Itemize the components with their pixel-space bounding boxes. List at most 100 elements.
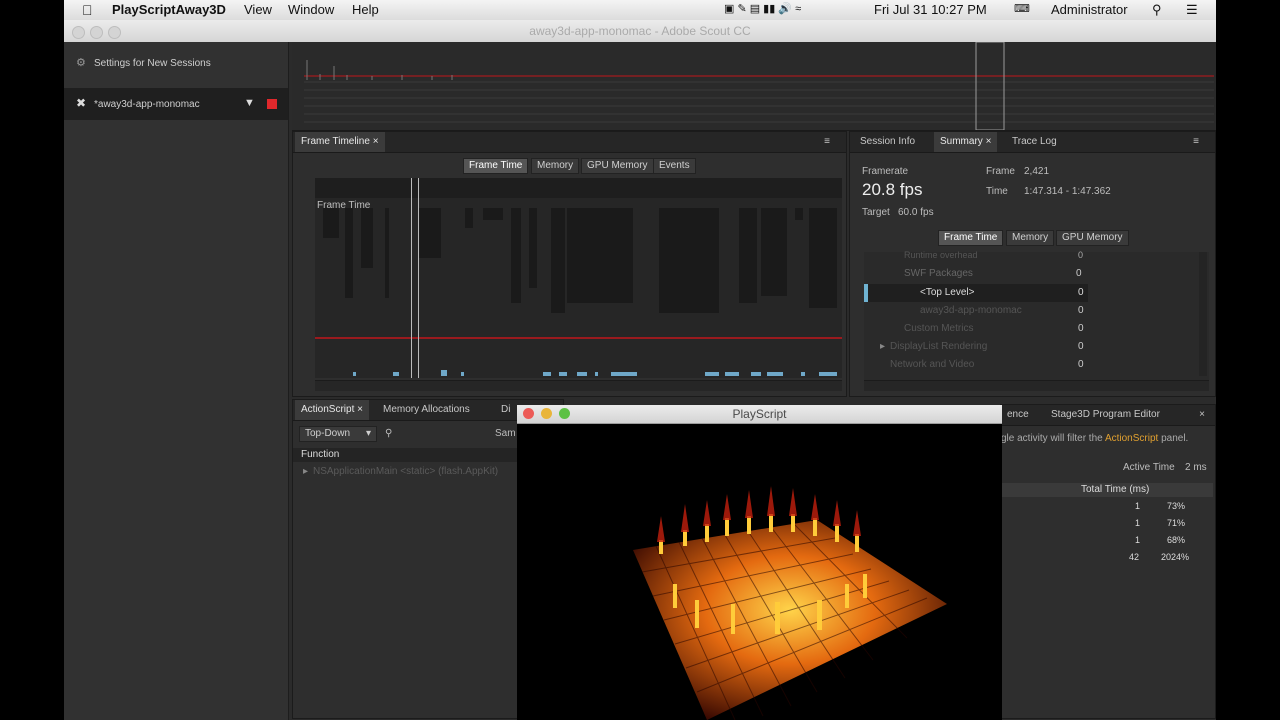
session-overview-timeline[interactable] bbox=[292, 41, 1216, 131]
tab-activity-sequence[interactable]: ence bbox=[1001, 405, 1035, 425]
tree-row-value: 0 bbox=[1078, 359, 1084, 370]
tree-row-value: 0 bbox=[1078, 287, 1084, 298]
tab-memory-allocations[interactable]: Memory Allocations bbox=[377, 400, 476, 420]
tree-row[interactable]: SWF Packages 0 bbox=[864, 266, 1088, 284]
tree-row-value: 0 bbox=[1076, 268, 1082, 279]
session-label: *away3d-app-monomac bbox=[94, 99, 200, 110]
dropdown-value: Top-Down bbox=[305, 428, 351, 439]
playscript-title-bar[interactable]: PlayScript bbox=[517, 405, 1002, 424]
window-title-bar: away3d-app-monomac - Adobe Scout CC bbox=[64, 20, 1216, 43]
tree-row[interactable]: Runtime overhead 0 bbox=[864, 250, 1088, 260]
panel-menu-icon[interactable]: ≡ bbox=[818, 132, 836, 152]
total-time-pct: 71% bbox=[1167, 518, 1186, 528]
table-row[interactable]: 42 2024% bbox=[1001, 552, 1213, 568]
close-session-icon[interactable]: ✖ bbox=[76, 96, 86, 110]
view-mode-dropdown[interactable]: Top-Down ▾ bbox=[299, 426, 377, 442]
filter-icon[interactable]: ▼ bbox=[244, 97, 255, 109]
table-row[interactable]: 1 71% bbox=[1001, 518, 1213, 534]
game-viewport[interactable] bbox=[517, 424, 1002, 720]
tab-display[interactable]: Di bbox=[495, 400, 516, 420]
summary-frame-time-button[interactable]: Frame Time bbox=[938, 230, 1004, 246]
gpu-memory-button[interactable]: GPU Memory bbox=[581, 158, 654, 174]
menu-help[interactable]: Help bbox=[352, 2, 379, 17]
tab-summary[interactable]: Summary × bbox=[934, 132, 998, 152]
column-header-label: Function bbox=[301, 449, 340, 460]
events-button[interactable]: Events bbox=[653, 158, 696, 174]
memory-button[interactable]: Memory bbox=[531, 158, 580, 174]
tree-row[interactable]: Custom Metrics 0 bbox=[864, 320, 1088, 338]
active-time-value: 2 ms bbox=[1185, 462, 1207, 473]
timeline-horizontal-scrollbar[interactable] bbox=[315, 380, 842, 391]
tree-row-label: away3d-app-monomac bbox=[920, 305, 1022, 316]
column-header-label: Total Time (ms) bbox=[1081, 484, 1150, 495]
close-tab-icon[interactable]: × bbox=[986, 136, 992, 147]
settings-label: Settings for New Sessions bbox=[94, 58, 211, 69]
tab-actionscript[interactable]: ActionScript × bbox=[295, 400, 369, 420]
stop-recording-icon[interactable] bbox=[267, 99, 277, 109]
playscript-window[interactable]: PlayScript bbox=[517, 405, 1002, 720]
close-tab-icon[interactable]: × bbox=[357, 404, 363, 415]
app-menu[interactable]: PlayScriptAway3D bbox=[112, 2, 226, 17]
expand-arrow-icon[interactable]: ▸ bbox=[303, 466, 308, 477]
sample-label: Sam bbox=[495, 428, 516, 439]
spotlight-search-icon[interactable]: ⚲ bbox=[1152, 2, 1162, 18]
frame-timeline-tabbar: Frame Timeline × ≡ bbox=[293, 132, 846, 153]
activity-tabbar: ence Stage3D Program Editor × bbox=[1001, 405, 1215, 426]
selection-marker bbox=[864, 284, 868, 302]
status-icons[interactable]: ▣ ✎ ▤ ▮▮ 🔊 ≈ bbox=[724, 2, 801, 15]
tree-row[interactable]: Network and Video 0 bbox=[864, 356, 1088, 374]
user-menu[interactable]: Administrator bbox=[1051, 2, 1128, 17]
chessboard bbox=[633, 520, 947, 720]
tab-summary-label: Summary bbox=[940, 136, 983, 147]
summary-gpu-memory-button[interactable]: GPU Memory bbox=[1056, 230, 1129, 246]
frame-time-graph[interactable]: Frame Time bbox=[315, 178, 842, 378]
settings-for-new-sessions[interactable]: ⚙ Settings for New Sessions bbox=[64, 48, 288, 78]
tab-frame-timeline[interactable]: Frame Timeline × bbox=[295, 132, 385, 152]
chevron-down-icon: ▾ bbox=[365, 428, 371, 439]
target-label: Target bbox=[862, 207, 890, 218]
expand-arrow-icon[interactable]: ▸ bbox=[880, 341, 885, 352]
menu-window[interactable]: Window bbox=[288, 2, 334, 17]
tab-frame-timeline-label: Frame Timeline bbox=[301, 136, 370, 147]
hint-link[interactable]: ActionScript bbox=[1105, 433, 1158, 444]
tab-actionscript-label: ActionScript bbox=[301, 404, 355, 415]
tree-vertical-scrollbar[interactable] bbox=[1199, 252, 1207, 376]
apple-menu-icon[interactable]:  bbox=[82, 2, 93, 18]
summary-horizontal-scrollbar[interactable] bbox=[864, 380, 1209, 391]
tree-row-label: Runtime overhead bbox=[904, 250, 978, 260]
frame-value: 2,421 bbox=[1024, 166, 1050, 177]
session-sidebar: ⚙ Settings for New Sessions ✖ *away3d-ap… bbox=[64, 42, 289, 720]
search-icon[interactable]: ⚲ bbox=[385, 428, 392, 439]
target-value: 60.0 fps bbox=[898, 207, 934, 218]
tab-stage3d-program-editor[interactable]: Stage3D Program Editor bbox=[1045, 405, 1166, 425]
summary-tabbar: Session Info Summary × Trace Log ≡ bbox=[850, 132, 1215, 153]
frame-label: Frame bbox=[986, 166, 1015, 177]
summary-tree: Runtime overhead 0 SWF Packages 0 <Top Lev… bbox=[864, 250, 1209, 380]
total-time-pct: 2024% bbox=[1161, 552, 1190, 562]
table-row[interactable]: 1 73% bbox=[1001, 501, 1213, 517]
tree-row-selected[interactable]: <Top Level> 0 bbox=[864, 284, 1088, 302]
frame-selection-handle[interactable] bbox=[411, 178, 419, 378]
tree-row[interactable]: away3d-app-monomac 0 bbox=[864, 302, 1088, 320]
keyboard-icon[interactable]: ⌨ bbox=[1014, 2, 1030, 15]
session-item[interactable]: ✖ *away3d-app-monomac ▼ bbox=[64, 88, 288, 120]
total-time-pct: 73% bbox=[1167, 501, 1186, 511]
close-tab-icon[interactable]: × bbox=[373, 136, 379, 147]
close-tab-icon[interactable]: × bbox=[1193, 405, 1211, 425]
panel-menu-icon[interactable]: ≡ bbox=[1187, 132, 1205, 152]
time-label: Time bbox=[986, 186, 1008, 197]
total-time-value: 1 bbox=[1135, 501, 1141, 511]
tab-trace-log[interactable]: Trace Log bbox=[1006, 132, 1063, 152]
notification-center-icon[interactable]: ☰ bbox=[1186, 2, 1198, 18]
total-time-value: 1 bbox=[1135, 518, 1141, 528]
menu-view[interactable]: View bbox=[244, 2, 272, 17]
frame-time-button[interactable]: Frame Time bbox=[463, 158, 529, 174]
tree-row-label: DisplayList Rendering bbox=[890, 341, 988, 352]
clock[interactable]: Fri Jul 31 10:27 PM bbox=[874, 2, 987, 17]
column-header-total-time[interactable]: Total Time (ms) bbox=[1001, 483, 1213, 497]
summary-memory-button[interactable]: Memory bbox=[1006, 230, 1055, 246]
tree-row-value: 0 bbox=[1078, 323, 1084, 334]
tree-row[interactable]: ▸ DisplayList Rendering 0 bbox=[864, 338, 1088, 356]
table-row[interactable]: 1 68% bbox=[1001, 535, 1213, 551]
tab-session-info[interactable]: Session Info bbox=[854, 132, 921, 152]
